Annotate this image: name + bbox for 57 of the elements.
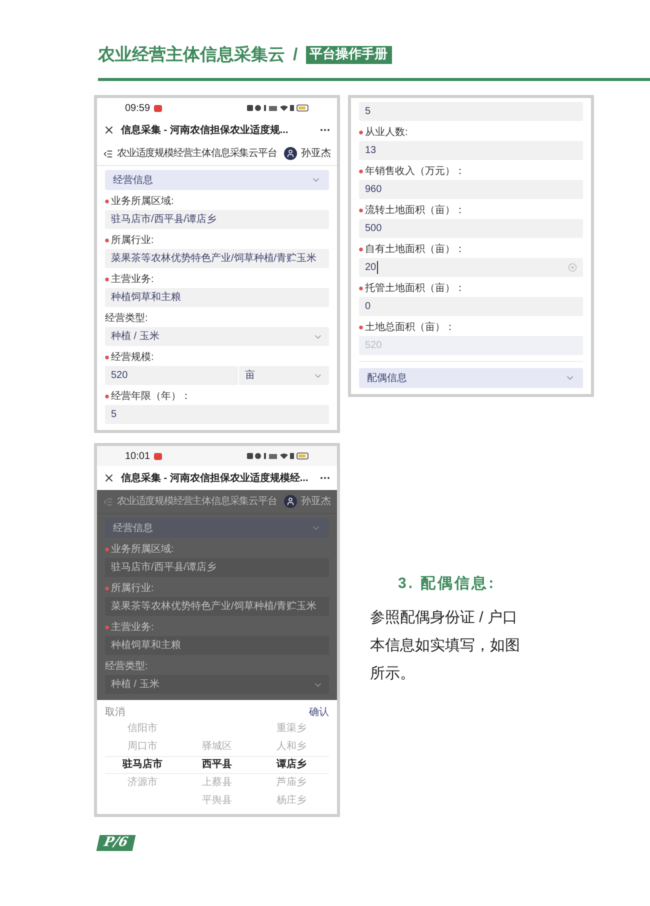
field-label: 所属行业: — [105, 580, 154, 596]
status-icons-drawing — [247, 104, 309, 112]
field-label: 经营类型: — [105, 660, 148, 674]
field-label: 所属行业: — [105, 232, 154, 248]
avatar-icon[interactable] — [284, 495, 297, 508]
input-field[interactable]: 520 — [105, 366, 238, 385]
step-heading: 3. 配偶信息: — [397, 574, 497, 594]
confirm-button[interactable]: 确认 — [309, 704, 329, 720]
input-field[interactable]: 种植饲草和主粮 — [105, 636, 329, 655]
status-time: 09:59 — [125, 102, 150, 116]
user-name[interactable]: 孙亚杰 — [301, 146, 331, 161]
field-label: 经营类型: — [105, 312, 148, 326]
input-field[interactable]: 菜果茶等农林优势特色产业/饲草种植/青贮玉米 — [105, 249, 329, 268]
avatar-icon[interactable] — [284, 147, 297, 160]
window-title: 信息采集 - 河南农信担保农业适度规模经... — [121, 471, 310, 486]
input-field[interactable]: 菜果茶等农林优势特色产业/饲草种植/青贮玉米 — [105, 597, 329, 616]
manual-title: 农业经营主体信息采集云 — [98, 44, 285, 66]
picker-option[interactable]: 西平县 — [202, 756, 232, 774]
platform-name: 农业适度规模经营主体信息采集云平台 — [117, 146, 278, 161]
unit-select[interactable]: 亩 — [239, 366, 329, 385]
field-label: 经营规模: — [105, 350, 154, 364]
app-badge-icon — [154, 104, 162, 112]
field-label: 从业人数: — [359, 124, 408, 140]
title-separator: / — [293, 44, 298, 66]
field-label: 主营业务: — [105, 620, 154, 634]
input-field[interactable]: 960 — [359, 180, 583, 199]
picker-option[interactable]: 谭店乡 — [276, 756, 307, 774]
status-time: 10:01 — [125, 450, 150, 464]
field-label: 业务所属区域: — [105, 194, 174, 208]
field-label: 业务所属区域: — [105, 542, 174, 556]
section-header[interactable]: 配偶信息 — [359, 368, 583, 388]
input-field[interactable]: 0 — [359, 297, 583, 316]
close-icon[interactable] — [103, 124, 115, 136]
input-field[interactable]: 13 — [359, 141, 583, 160]
input-field[interactable]: 驻马店市/西平县/谭店乡 — [105, 558, 329, 577]
select-field[interactable]: 种植 / 玉米 — [105, 327, 329, 346]
section-header[interactable]: 经营信息 — [105, 518, 329, 538]
input-field[interactable]: 500 — [359, 219, 583, 238]
close-icon[interactable] — [103, 472, 115, 484]
platform-name: 农业适度规模经营主体信息采集云平台 — [117, 494, 278, 509]
app-badge-icon — [154, 452, 162, 460]
status-icons-drawing — [247, 452, 309, 460]
manual-subtitle: 平台操作手册 — [306, 46, 392, 64]
input-field[interactable]: 驻马店市/西平县/谭店乡 — [105, 210, 329, 229]
section-header[interactable]: 经营信息 — [105, 170, 329, 190]
input-field[interactable]: 20 — [359, 258, 583, 277]
window-title: 信息采集 - 河南农信担保农业适度规... — [121, 123, 290, 138]
input-field[interactable]: 5 — [105, 405, 329, 424]
page-number: P/6 — [96, 835, 136, 851]
step-description: 参照配偶身份证 / 户口本信息如实填写，如图所示。 — [370, 608, 521, 684]
picker-option[interactable]: 驻马店市 — [122, 756, 162, 774]
field-label: 主营业务: — [105, 272, 154, 286]
select-field[interactable]: 种植 / 玉米 — [105, 675, 329, 694]
cancel-button[interactable]: 取消 — [105, 704, 125, 720]
menu-icon[interactable] — [103, 148, 113, 158]
input-field[interactable]: 5 — [359, 102, 583, 121]
input-field[interactable]: 种植饲草和主粮 — [105, 288, 329, 307]
